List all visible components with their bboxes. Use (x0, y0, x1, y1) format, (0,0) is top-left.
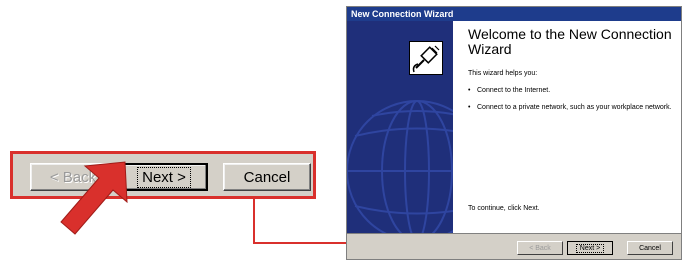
wizard-button-bar: < Back Next > Cancel (347, 233, 681, 259)
bullet-item: • Connect to a private network, such as … (468, 104, 678, 112)
window-titlebar: New Connection Wizard (347, 7, 681, 21)
bullet-text: Connect to a private network, such as yo… (477, 104, 672, 111)
continue-instruction: To continue, click Next. (468, 205, 540, 212)
red-pointer-arrow-icon (60, 161, 128, 235)
back-label: < Back (529, 244, 551, 252)
connection-plug-icon (409, 41, 443, 75)
cancel-button[interactable]: Cancel (627, 241, 673, 255)
zoom-cancel-label: Cancel (243, 168, 291, 186)
wizard-content: Welcome to the New Connection Wizard Thi… (468, 27, 678, 112)
bullet-icon: • (468, 87, 471, 94)
zoom-cancel-button[interactable]: Cancel (223, 163, 311, 191)
back-button[interactable]: < Back (517, 241, 563, 255)
new-connection-wizard-window: New Connection Wizard Welcome to the New… (346, 6, 682, 260)
bullet-icon: • (468, 104, 471, 111)
wizard-side-panel (347, 21, 453, 233)
next-label: Next > (575, 243, 605, 253)
bullet-text: Connect to the Internet. (477, 87, 551, 94)
wizard-intro: This wizard helps you: (468, 70, 538, 77)
bullet-item: • Connect to the Internet. (468, 87, 678, 95)
window-title: New Connection Wizard (351, 9, 454, 19)
wizard-heading: Welcome to the New Connection Wizard (468, 26, 672, 57)
zoom-next-label: Next > (137, 166, 191, 188)
next-button[interactable]: Next > (567, 241, 613, 255)
cancel-label: Cancel (639, 244, 661, 252)
